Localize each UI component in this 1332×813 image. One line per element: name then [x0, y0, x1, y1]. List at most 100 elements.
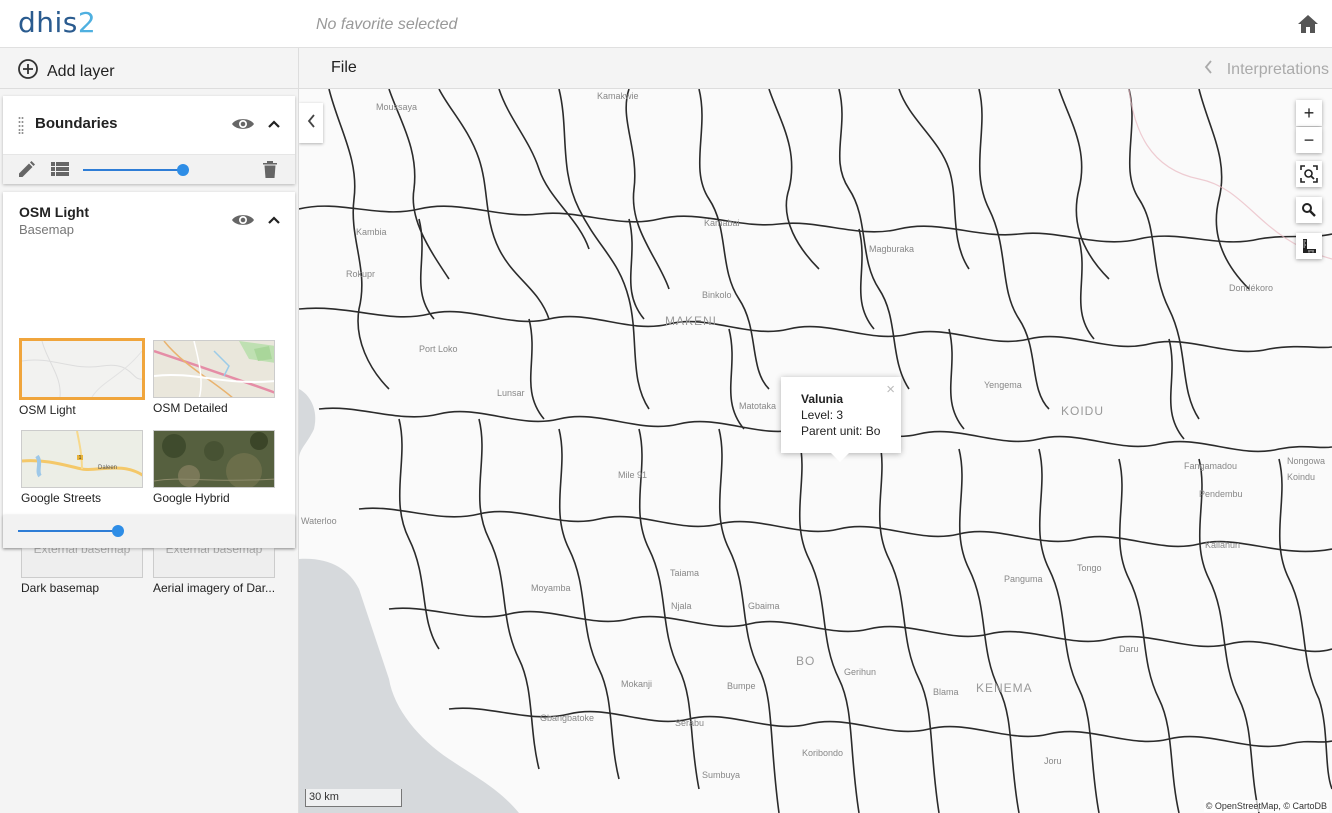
collapse-panel-button[interactable] [299, 103, 323, 143]
app-header: dhis2 No favorite selected [0, 0, 1332, 48]
map-label: KENEMA [976, 681, 1033, 695]
map-label: Mile 91 [618, 470, 648, 480]
basemap-title: OSM Light [19, 204, 89, 220]
map-label: Moussaya [376, 102, 418, 112]
scale-bar: 30 km [305, 789, 402, 807]
map-view[interactable]: Kamakwie Moussaya Kambia Rokupr Kamabai … [299, 89, 1332, 813]
map-label: Nongowa [1287, 456, 1326, 466]
edit-pencil-icon[interactable] [16, 160, 36, 185]
data-table-icon[interactable] [50, 161, 70, 182]
drag-handle-icon[interactable] [18, 116, 24, 134]
map-label: Gbaima [748, 601, 780, 611]
map-label: Fangamadou [1184, 461, 1238, 471]
basemap-option-osm-detailed[interactable]: OSM Detailed [153, 340, 275, 415]
add-layer-button[interactable]: Add layer [17, 58, 115, 85]
dhis2-logo[interactable]: dhis2 [18, 6, 96, 39]
popup-parent-unit: Parent unit: Bo [801, 424, 881, 438]
basemap-thumbnail [153, 430, 275, 488]
map-label: Kamakwie [597, 91, 639, 101]
map-label: MAKENI [665, 314, 718, 328]
search-icon[interactable] [1296, 197, 1322, 223]
zoom-in-button[interactable]: + [1296, 100, 1322, 126]
map-label: Koribondo [802, 748, 844, 758]
layers-panel: Boundaries OSM Light Basemap OSM Light O… [0, 89, 299, 813]
map-label: Moyamba [531, 583, 571, 593]
basemap-option-label: Aerial imagery of Dar... [153, 581, 276, 595]
interpretations-label: Interpretations [1226, 60, 1329, 78]
layer-card-basemap: OSM Light Basemap OSM Light OSM Detailed… [3, 192, 295, 595]
map-label: Matotaka [739, 401, 777, 411]
map-label: Yengema [984, 380, 1022, 390]
road-number: 1 [79, 455, 82, 461]
map-label: Serabu [675, 718, 705, 728]
delete-trash-icon[interactable] [262, 159, 278, 184]
map-attribution[interactable]: © OpenStreetMap, © CartoDB [1203, 800, 1329, 812]
opacity-slider-thumb[interactable] [177, 164, 189, 176]
map-label: Bumpe [727, 681, 756, 691]
fit-bounds-icon[interactable] [1296, 161, 1322, 187]
basemap-option-label: OSM Light [19, 403, 76, 417]
map-label: Magburaka [869, 244, 915, 254]
map-label: Daru [1119, 644, 1139, 654]
map-label: Tongo [1077, 563, 1102, 573]
basemap-thumbnail [153, 340, 275, 398]
chevron-left-icon [1204, 60, 1213, 79]
basemap-opacity-bar [3, 515, 295, 548]
visibility-eye-icon[interactable] [231, 212, 255, 233]
zoom-out-button[interactable]: − [1296, 127, 1322, 153]
map-label: BO [796, 654, 816, 668]
basemap-option-osm-light[interactable]: OSM Light [19, 338, 145, 417]
chevron-up-icon[interactable] [267, 116, 281, 134]
basemap-thumbnail: 1 Daleen [21, 430, 143, 488]
measure-ruler-icon[interactable] [1296, 233, 1322, 259]
map-label: Blama [933, 687, 959, 697]
opacity-slider-track[interactable] [18, 530, 118, 532]
map-label: KOIDU [1061, 404, 1105, 418]
chevron-left-icon [307, 113, 316, 133]
basemap-option-label: Dark basemap [21, 581, 100, 595]
map-label: Joru [1044, 756, 1062, 766]
logo-text: dhis [18, 6, 78, 39]
add-circle-icon [17, 58, 39, 85]
add-layer-label: Add layer [47, 62, 115, 80]
logo-digit: 2 [77, 6, 97, 39]
map-label: Lunsar [497, 388, 525, 398]
file-menu-button[interactable]: File [331, 59, 357, 77]
visibility-eye-icon[interactable] [231, 116, 255, 137]
map-label: Kamabai [704, 218, 740, 228]
map-label: Taiama [670, 568, 700, 578]
basemap-option-google-streets[interactable]: 1 Daleen Google Streets [21, 430, 143, 505]
layer-title: Boundaries [35, 115, 118, 132]
map-label: Rokupr [346, 269, 376, 279]
chevron-up-icon[interactable] [267, 212, 281, 230]
popup-tip [831, 453, 849, 462]
map-label: Port Loko [419, 344, 458, 354]
opacity-slider-thumb[interactable] [112, 525, 124, 537]
map-label: Waterloo [301, 516, 337, 526]
layer-card-boundaries: Boundaries [3, 96, 295, 184]
layers-toolbar: Add layer [0, 48, 299, 89]
map-label: Kailahun [1205, 540, 1241, 550]
map-label: Panguma [1004, 574, 1043, 584]
basemap-option-label: Google Hybrid [153, 491, 230, 505]
favorite-title: No favorite selected [316, 16, 458, 33]
basemap-thumbnail [19, 338, 145, 400]
basemap-subtitle: Basemap [19, 222, 74, 237]
main-toolbar: File Interpretations [299, 48, 1332, 89]
map-label: Binkolo [702, 290, 732, 300]
town-label: Daleen [98, 465, 117, 471]
interpretations-toggle[interactable]: Interpretations [1204, 60, 1329, 79]
map-label: Mokanji [621, 679, 653, 689]
map-label: Kambia [356, 227, 387, 237]
basemap-option-google-hybrid[interactable]: Google Hybrid [153, 430, 275, 505]
map-label: Njala [671, 601, 692, 611]
popup-close-button[interactable]: × [886, 381, 895, 398]
home-icon[interactable] [1297, 14, 1321, 36]
opacity-slider-track[interactable] [83, 169, 183, 171]
feature-popup: × Valunia Level: 3 Parent unit: Bo [781, 377, 901, 462]
map-label: Gerihun [844, 667, 877, 677]
map-label: Gbangbatoke [540, 713, 595, 723]
popup-level: Level: 3 [801, 408, 844, 422]
map-label: Koindu [1287, 472, 1316, 482]
map-label: Sumbuya [702, 770, 741, 780]
